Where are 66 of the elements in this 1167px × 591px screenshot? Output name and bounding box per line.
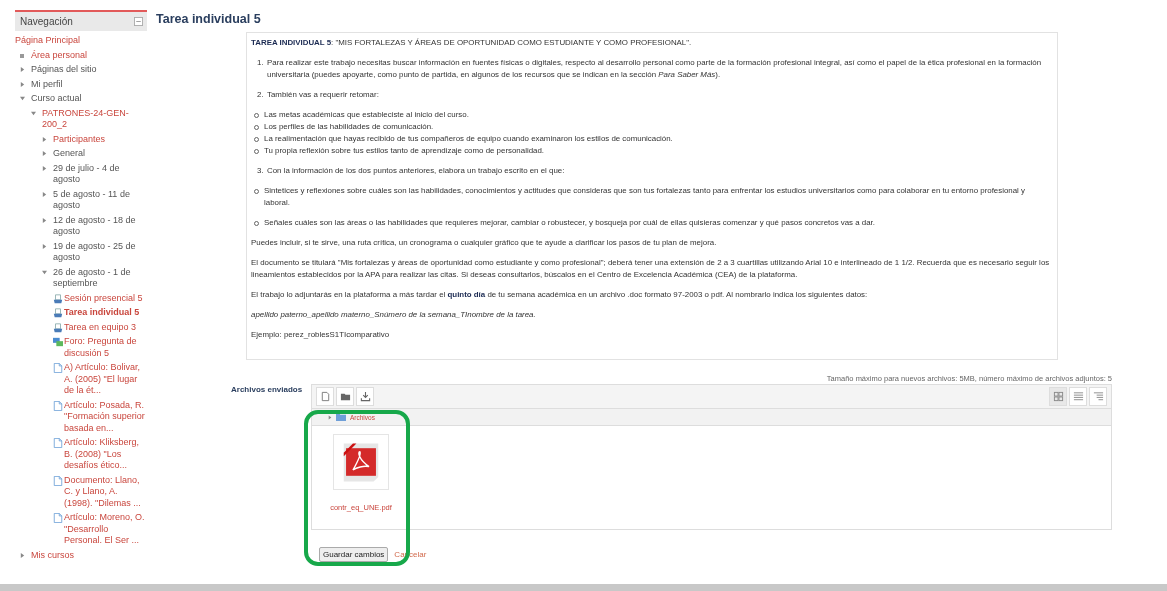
expanded-arrow-icon[interactable] (42, 269, 47, 275)
assignment-icon (53, 293, 63, 304)
file-thumbnail[interactable] (333, 434, 389, 490)
nav-link[interactable]: Tarea individual 5 (64, 307, 140, 319)
tree-view-button[interactable] (1089, 387, 1107, 406)
collapsed-arrow-icon[interactable] (42, 217, 47, 223)
nav-link[interactable]: PATRONES-24-GEN-200_2 (42, 107, 147, 131)
page-icon (53, 400, 63, 411)
nav-link[interactable]: Sesión presencial 5 (64, 292, 143, 304)
assignment-icon (53, 308, 63, 318)
collapsed-arrow-icon[interactable] (42, 191, 47, 197)
nav-item[interactable]: 5 de agosto - 11 de agosto (53, 188, 147, 212)
bullet-icon (20, 53, 24, 58)
nav-item[interactable]: General (53, 148, 86, 160)
folder-icon (339, 391, 351, 402)
nav-link[interactable]: A) Artículo: Bolivar, A. (2005) "El lugar de la ét... (64, 362, 147, 397)
page-icon (53, 363, 63, 373)
download-icon (359, 391, 371, 402)
nav-item[interactable]: 29 de julio - 4 de agosto (53, 162, 147, 186)
page-icon (53, 513, 63, 523)
nav-item[interactable]: 19 de agosto - 25 de agosto (53, 240, 147, 264)
nav-link[interactable]: Documento: Llano, C. y Llano, A. (1998). "Dilemas ... (64, 474, 147, 509)
collapsed-arrow-icon[interactable] (42, 243, 47, 249)
list-view-button[interactable] (1069, 387, 1087, 406)
assignment-icon (53, 322, 63, 333)
file-icon (319, 391, 331, 402)
download-button[interactable] (356, 387, 374, 406)
list-icon (1072, 391, 1084, 402)
nav-link[interactable]: Página Principal (15, 35, 81, 47)
page-icon (53, 438, 63, 448)
add-file-button[interactable] (316, 387, 334, 406)
grid-icon (1052, 391, 1064, 402)
folder-icon (336, 413, 346, 421)
create-folder-button[interactable] (336, 387, 354, 406)
nav-link[interactable]: Mis cursos (31, 549, 74, 561)
tree-icon (1092, 391, 1104, 402)
block-title: Navegación (20, 16, 73, 27)
nav-link[interactable]: Artículo: Moreno, O. "Desarrollo Personal. El Ser ... (64, 512, 147, 547)
collapsed-arrow-icon[interactable] (42, 151, 47, 156)
nav-item[interactable]: Curso actual (31, 93, 82, 105)
nav-item[interactable]: 26 de agosto - 1 de septiembre (53, 266, 147, 290)
nav-link[interactable]: Artículo: Posada, R. "Formación superior basada en... (64, 399, 147, 434)
nav-link[interactable]: Artículo: Kliksberg, B. (2008) "Los desafíos ético... (64, 437, 147, 472)
page-title: Tarea individual 5 (156, 12, 262, 26)
page-icon (53, 475, 63, 486)
collapsed-arrow-icon[interactable] (42, 136, 47, 142)
expanded-arrow-icon[interactable] (20, 96, 25, 101)
collapsed-arrow-icon[interactable] (42, 165, 47, 171)
collapsed-arrow-icon[interactable] (20, 552, 25, 558)
nav-item[interactable]: 12 de agosto - 18 de agosto (53, 214, 147, 238)
field-label: Archivos enviados (231, 385, 304, 396)
nav-link[interactable]: Tarea en equipo 3 (64, 321, 137, 333)
nav-link[interactable]: Foro: Pregunta de discusión 5 (64, 336, 147, 359)
collapsed-arrow-icon[interactable] (20, 67, 25, 72)
dock-icon[interactable] (134, 17, 143, 26)
save-button[interactable]: Guardar cambios (319, 547, 389, 562)
horizontal-scrollbar[interactable] (0, 584, 1167, 591)
expanded-arrow-icon[interactable] (31, 110, 36, 116)
nav-link[interactable]: Área personal (31, 49, 88, 61)
nav-item[interactable]: Páginas del sitio (31, 64, 97, 76)
forum-icon (53, 337, 63, 347)
collapsed-arrow-icon[interactable] (20, 81, 25, 87)
nav-link[interactable]: Participantes (53, 133, 106, 145)
nav-item[interactable]: Mi perfil (31, 78, 63, 90)
icons-view-button[interactable] (1049, 387, 1067, 406)
collapsed-arrow-icon (328, 414, 332, 420)
